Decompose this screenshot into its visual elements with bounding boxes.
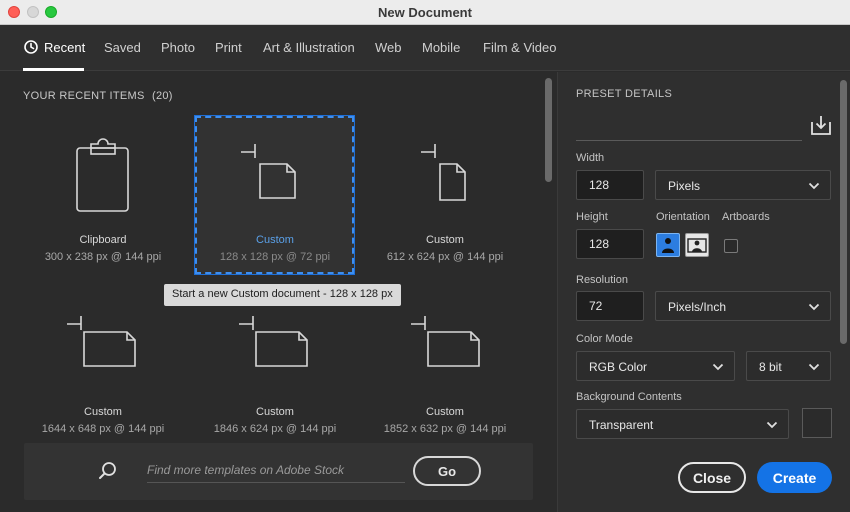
recent-item-name: Clipboard [79, 234, 127, 246]
orientation-label: Orientation [656, 211, 710, 223]
clock-icon [24, 40, 38, 54]
window-title: New Document [378, 5, 472, 20]
stock-search-bar: Go [24, 443, 533, 500]
chevron-down-icon [766, 421, 778, 429]
resolution-label: Resolution [576, 274, 628, 286]
tab-film-video[interactable]: Film & Video [483, 40, 556, 55]
recent-item-size: 300 x 238 px @ 144 ppi [44, 251, 162, 263]
custom-document-icon [411, 316, 480, 367]
tab-recent-label: Recent [44, 40, 86, 55]
recent-items-scrollbar[interactable] [545, 78, 552, 182]
tab-print[interactable]: Print [215, 40, 242, 55]
recent-item-size: 612 x 624 px @ 144 ppi [386, 251, 504, 263]
color-mode-select[interactable]: RGB Color [576, 351, 735, 381]
custom-document-icon [67, 316, 136, 367]
recent-item[interactable]: Custom 1846 x 624 px @ 144 ppi [195, 294, 355, 435]
preset-details-header: PRESET DETAILS [576, 88, 673, 100]
portrait-orientation-button[interactable] [656, 233, 680, 257]
save-preset-icon[interactable] [810, 114, 832, 136]
width-label: Width [576, 152, 605, 164]
category-tabs: Recent Saved Photo Print Art & Illustrat… [0, 25, 850, 71]
chevron-down-icon [712, 363, 724, 371]
recent-item-size: 1846 x 624 px @ 144 ppi [213, 423, 337, 435]
active-tab-indicator [23, 68, 84, 71]
recent-item[interactable]: Custom 612 x 624 px @ 144 ppi [365, 122, 525, 263]
background-contents-value: Transparent [589, 418, 654, 432]
background-color-swatch[interactable] [802, 408, 832, 438]
preset-scrollbar[interactable] [840, 80, 847, 344]
tab-photo[interactable]: Photo [161, 40, 195, 55]
recent-item-name: Custom [256, 406, 294, 418]
recent-item-size: 1852 x 632 px @ 144 ppi [383, 423, 507, 435]
bit-depth-value: 8 bit [759, 360, 782, 374]
recent-item-name: Custom [426, 406, 464, 418]
item-tooltip: Start a new Custom document - 128 x 128 … [164, 284, 401, 306]
width-field[interactable]: 128 [576, 170, 644, 200]
height-label: Height [576, 211, 608, 223]
background-contents-label: Background Contents [576, 391, 682, 403]
chevron-down-icon [808, 182, 820, 190]
custom-document-icon [421, 144, 466, 201]
recent-items-header: YOUR RECENT ITEMS (20) [23, 90, 173, 102]
custom-document-icon [239, 316, 308, 367]
color-mode-label: Color Mode [576, 333, 633, 345]
recent-item-name: Custom [426, 234, 464, 246]
stock-search-input[interactable] [147, 457, 405, 483]
recent-item-selected[interactable]: Custom 128 x 128 px @ 72 ppi [195, 122, 355, 263]
landscape-person-icon [687, 238, 707, 253]
recent-item[interactable]: Custom 1644 x 648 px @ 144 ppi [23, 294, 183, 435]
recent-item-name: Custom [84, 406, 122, 418]
tab-art-illustration[interactable]: Art & Illustration [263, 40, 355, 55]
resolution-unit-select[interactable]: Pixels/Inch [655, 291, 831, 321]
tab-web[interactable]: Web [375, 40, 402, 55]
recent-items-count: (20) [152, 90, 173, 102]
preset-details-panel: PRESET DETAILS Width 128 Pixels Height 1… [557, 72, 850, 512]
chevron-down-icon [808, 303, 820, 311]
artboards-checkbox[interactable] [724, 239, 738, 253]
recent-item-name: Custom [256, 234, 294, 246]
search-icon [99, 462, 116, 479]
go-button[interactable]: Go [413, 456, 481, 486]
clipboard-icon [76, 138, 129, 212]
bit-depth-select[interactable]: 8 bit [746, 351, 831, 381]
width-unit-select[interactable]: Pixels [655, 170, 831, 200]
resolution-field[interactable]: 72 [576, 291, 644, 321]
landscape-orientation-button[interactable] [685, 233, 709, 257]
background-contents-select[interactable]: Transparent [576, 409, 789, 439]
recent-items-title: YOUR RECENT ITEMS [23, 90, 145, 102]
artboards-label: Artboards [722, 211, 770, 223]
portrait-person-icon [662, 238, 674, 253]
tab-mobile[interactable]: Mobile [422, 40, 460, 55]
recent-item-size: 1644 x 648 px @ 144 ppi [41, 423, 165, 435]
resolution-unit-value: Pixels/Inch [668, 300, 727, 314]
color-mode-value: RGB Color [589, 360, 648, 374]
custom-document-icon [241, 144, 296, 199]
width-unit-value: Pixels [668, 179, 701, 193]
close-button[interactable]: Close [678, 462, 746, 493]
recent-item[interactable]: Clipboard 300 x 238 px @ 144 ppi [23, 122, 183, 263]
recent-item[interactable]: Custom 1852 x 632 px @ 144 ppi [365, 294, 525, 435]
title-bar: New Document [0, 0, 850, 25]
height-field[interactable]: 128 [576, 229, 644, 259]
recent-items-panel: YOUR RECENT ITEMS (20) Clipboard 300 x 2… [0, 72, 557, 512]
recent-item-size: 128 x 128 px @ 72 ppi [219, 251, 331, 263]
create-button[interactable]: Create [757, 462, 832, 493]
tab-saved[interactable]: Saved [104, 40, 141, 55]
tab-recent[interactable]: Recent [24, 40, 85, 55]
preset-name-field[interactable] [576, 140, 802, 141]
chevron-down-icon [808, 363, 820, 371]
